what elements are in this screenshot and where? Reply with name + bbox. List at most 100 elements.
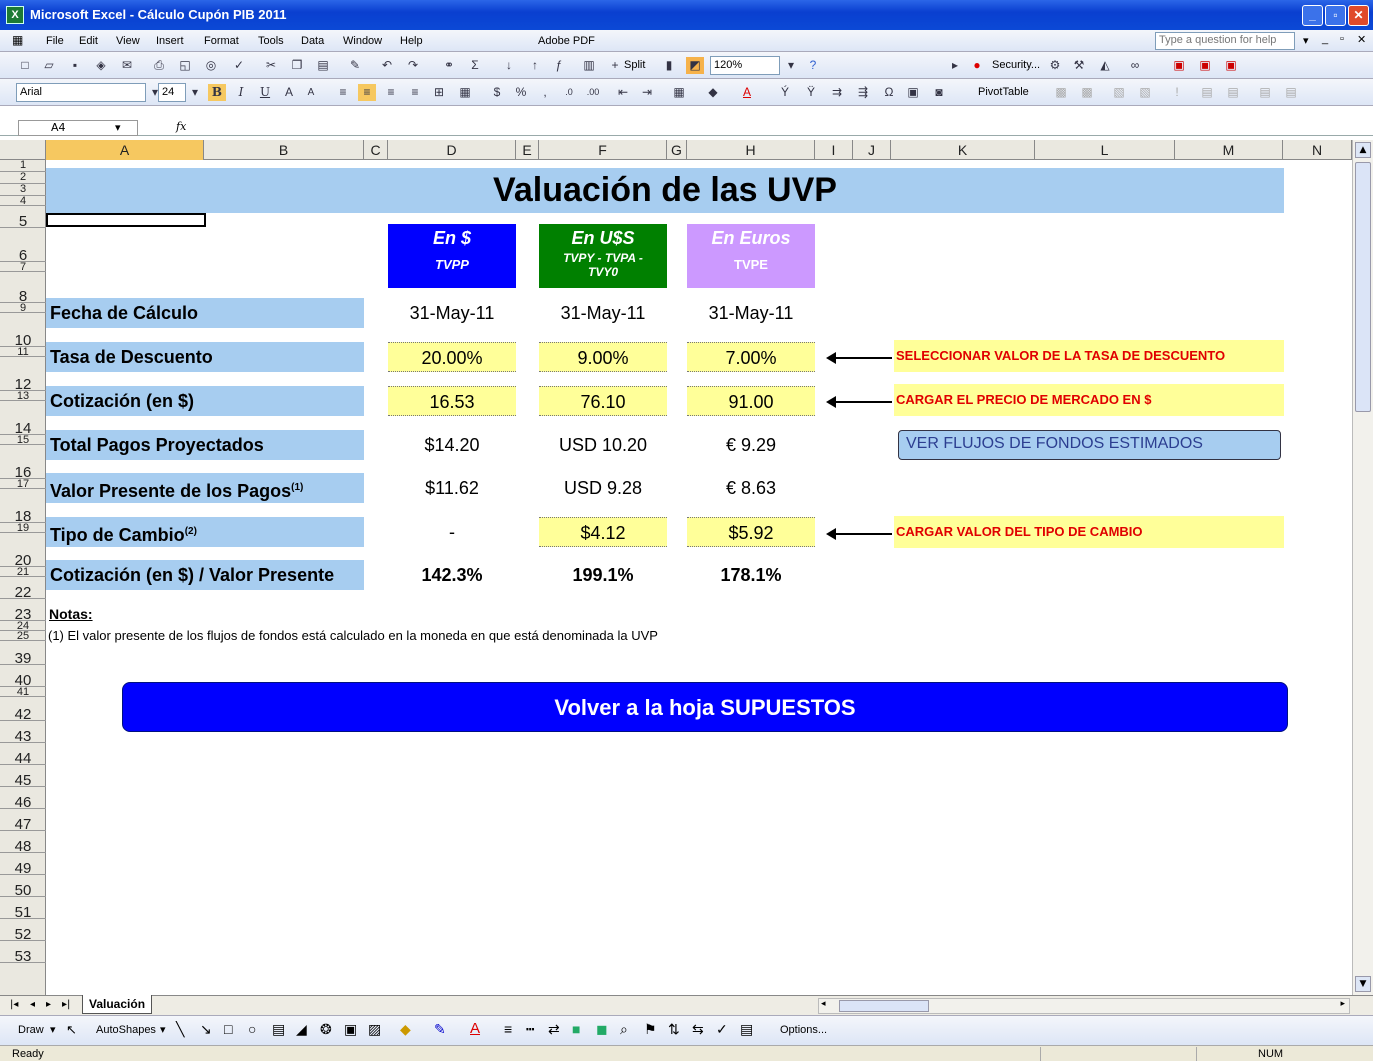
comma-icon[interactable]: , <box>536 84 554 101</box>
increase-indent-icon[interactable]: ⇥ <box>638 84 656 101</box>
function-icon[interactable]: ƒ <box>550 57 568 74</box>
row-header-52[interactable]: 52 <box>0 919 46 941</box>
col-header-a[interactable]: A <box>46 140 204 160</box>
format-painter-icon[interactable]: ✎ <box>346 57 364 74</box>
row-header-4[interactable]: 4 <box>0 196 46 206</box>
row-header-12[interactable]: 12 <box>0 357 46 391</box>
binoculars-icon[interactable]: ⌕ <box>620 1021 628 1038</box>
arrow-tool-icon[interactable]: ↘ <box>200 1021 212 1038</box>
line-style-icon[interactable]: ≡ <box>504 1021 512 1037</box>
split-button[interactable]: Split <box>624 59 645 71</box>
new-icon[interactable]: □ <box>16 57 34 74</box>
cut-icon[interactable]: ✂ <box>262 57 280 74</box>
row-header-43[interactable]: 43 <box>0 721 46 743</box>
menu-adobe-pdf[interactable]: Adobe PDF <box>538 35 595 47</box>
maximize-button[interactable]: ▫ <box>1325 5 1346 26</box>
email-icon[interactable]: ✉ <box>118 57 136 74</box>
horizontal-scroll-thumb[interactable] <box>839 1000 929 1012</box>
pdf-email-icon[interactable]: ▣ <box>1196 57 1214 74</box>
tipo-dolares-cell[interactable]: $4.12 <box>539 517 667 547</box>
menu-data[interactable]: Data <box>301 35 324 47</box>
security-button[interactable]: Security... <box>992 59 1040 71</box>
menu-edit[interactable]: Edit <box>79 35 98 47</box>
fecha-dolares[interactable]: 31-May-11 <box>539 298 667 328</box>
total-pesos[interactable]: $14.20 <box>388 430 516 460</box>
control-toolbox-icon[interactable]: ⚒ <box>1070 57 1088 74</box>
underline-button[interactable]: U <box>256 84 274 101</box>
menu-format[interactable]: Format <box>204 35 239 47</box>
row-header-45[interactable]: 45 <box>0 765 46 787</box>
row-header-21[interactable]: 21 <box>0 567 46 577</box>
pivot-settings-icon[interactable]: ▤ <box>1198 84 1216 101</box>
row-header-16[interactable]: 16 <box>0 445 46 479</box>
diagram-icon[interactable]: ❂ <box>320 1021 332 1038</box>
name-box[interactable]: A4 ▾ <box>18 120 138 136</box>
print-icon[interactable]: ⎙ <box>150 57 168 74</box>
pivot-table-button[interactable]: PivotTable <box>978 86 1029 98</box>
yes-no-icon[interactable]: ✓ <box>716 1021 728 1038</box>
borders-icon[interactable]: ▦ <box>670 84 688 101</box>
row-header-42[interactable]: 42 <box>0 697 46 721</box>
fill-color-icon[interactable]: ◆ <box>704 84 722 101</box>
col-header-f[interactable]: F <box>539 140 667 160</box>
font-name-select[interactable]: Arial <box>16 83 146 102</box>
text-direction-icon[interactable]: ⇉ <box>828 84 846 101</box>
row-header-39[interactable]: 39 <box>0 641 46 665</box>
scroll-left-icon[interactable]: ◂ <box>821 999 826 1009</box>
scroll-up-icon[interactable]: ▲ <box>1355 142 1371 158</box>
pivot-hide-icon[interactable]: ▧ <box>1110 84 1128 101</box>
total-dolares[interactable]: USD 10.20 <box>539 430 667 460</box>
wordart-icon[interactable]: ◢ <box>296 1021 307 1038</box>
distribute-icon[interactable]: ⇆ <box>692 1021 704 1038</box>
hyperlink-icon[interactable]: ⚭ <box>440 57 458 74</box>
tasa-dolares-cell[interactable]: 9.00% <box>539 342 667 372</box>
close-button[interactable]: ✕ <box>1348 5 1369 26</box>
autosum-icon[interactable]: Σ <box>466 57 484 74</box>
fecha-pesos[interactable]: 31-May-11 <box>388 298 516 328</box>
row-header-46[interactable]: 46 <box>0 787 46 809</box>
col-header-j[interactable]: J <box>853 140 891 160</box>
doc-restore-icon[interactable]: ▫ <box>1340 33 1344 45</box>
fecha-euros[interactable]: 31-May-11 <box>687 298 815 328</box>
macro-icon[interactable]: ∞ <box>1126 57 1144 74</box>
row-header-17[interactable]: 17 <box>0 479 46 489</box>
row-header-20[interactable]: 20 <box>0 533 46 567</box>
col-header-g[interactable]: G <box>667 140 687 160</box>
help-icon[interactable]: ? <box>804 57 822 74</box>
open-icon[interactable]: ▱ <box>40 57 58 74</box>
drawing-icon[interactable]: ◩ <box>686 57 704 74</box>
row-header-24[interactable]: 24 <box>0 621 46 631</box>
currency-icon[interactable]: $ <box>488 84 506 101</box>
align-left-icon[interactable]: ≡ <box>334 84 352 101</box>
row-header-47[interactable]: 47 <box>0 809 46 831</box>
grow-font-icon[interactable]: A <box>280 84 298 101</box>
cotizacion-pesos-cell[interactable]: 16.53 <box>388 386 516 416</box>
line-icon[interactable]: ╲ <box>176 1021 184 1038</box>
pivot-format-icon[interactable]: ▩ <box>1078 84 1096 101</box>
volver-supuestos-button[interactable]: Volver a la hoja SUPUESTOS <box>122 682 1288 732</box>
tipo-euros-cell[interactable]: $5.92 <box>687 517 815 547</box>
font-color-icon[interactable]: A <box>738 84 756 101</box>
phonetic-2-icon[interactable]: Ÿ <box>802 84 820 101</box>
row-header-1[interactable]: 1 <box>0 160 46 172</box>
menu-window[interactable]: Window <box>343 35 382 47</box>
vp-euros[interactable]: € 8.63 <box>687 473 815 503</box>
row-header-25[interactable]: 25 <box>0 631 46 641</box>
row-header-48[interactable]: 48 <box>0 831 46 853</box>
autoshapes-menu-button[interactable]: AutoShapes <box>96 1024 156 1036</box>
help-search-input[interactable]: Type a question for help <box>1155 32 1295 50</box>
pivot-show-icon[interactable]: ▧ <box>1136 84 1154 101</box>
vp-dolares[interactable]: USD 9.28 <box>539 473 667 503</box>
row-header-11[interactable]: 11 <box>0 347 46 357</box>
sort-desc-icon[interactable]: ↑ <box>526 57 544 74</box>
draw-menu-button[interactable]: Draw <box>18 1024 44 1036</box>
last-sheet-icon[interactable]: ▸| <box>62 999 70 1010</box>
grid-icon[interactable]: ▣ <box>904 84 922 101</box>
menu-help[interactable]: Help <box>400 35 423 47</box>
select-all-corner[interactable] <box>0 140 46 160</box>
align-right-icon[interactable]: ≡ <box>382 84 400 101</box>
horizontal-scrollbar[interactable]: ◂ ▸ <box>818 998 1350 1014</box>
menu-file[interactable]: File <box>46 35 64 47</box>
pivot-refresh-icon[interactable]: ! <box>1168 84 1186 101</box>
row-header-6[interactable]: 6 <box>0 228 46 262</box>
